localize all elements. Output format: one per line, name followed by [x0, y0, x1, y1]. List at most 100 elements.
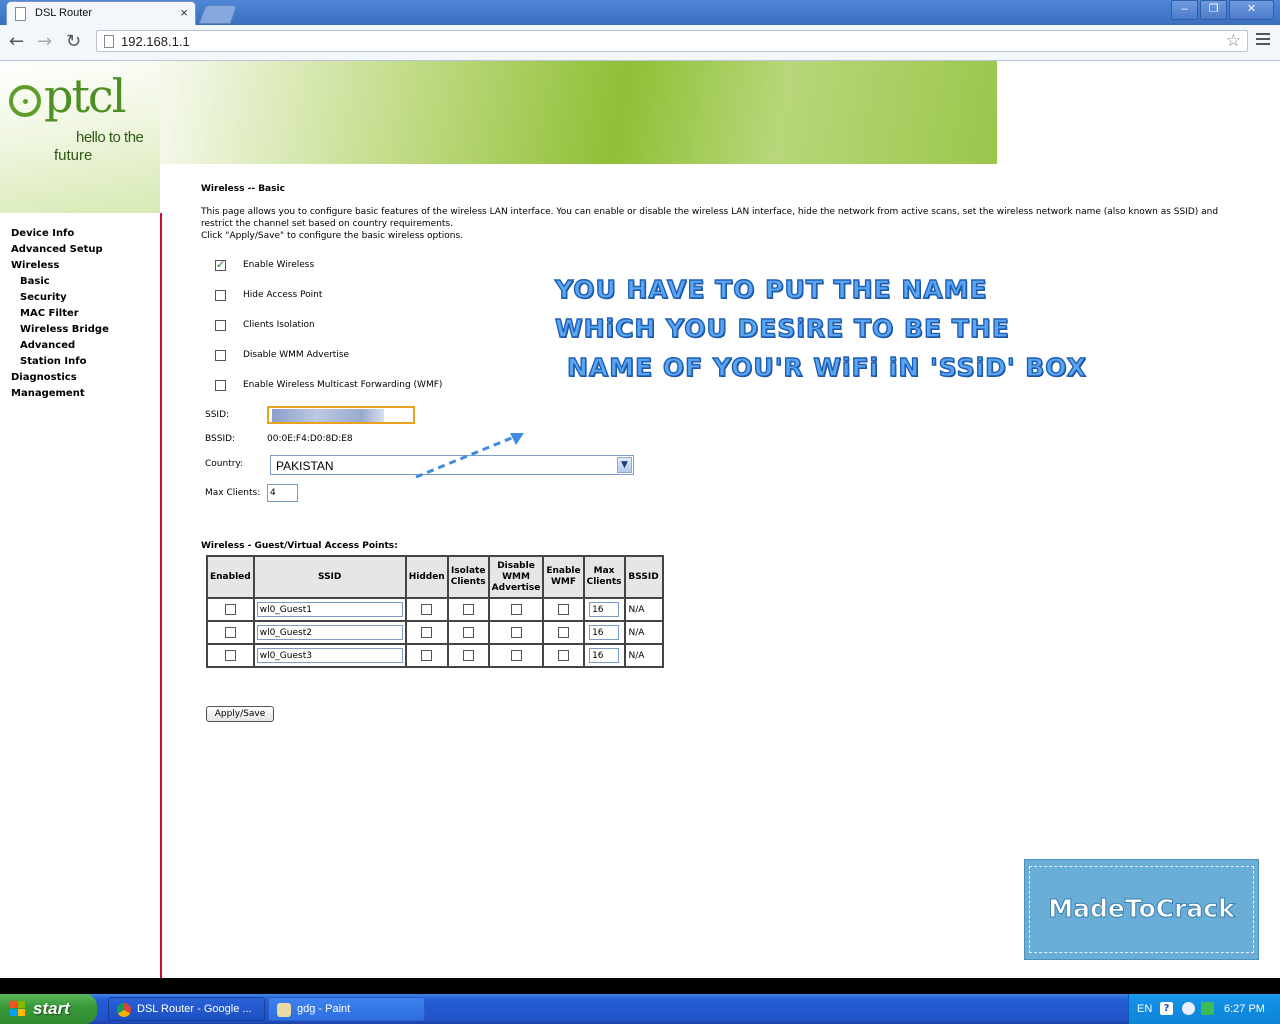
logo-tagline: hello to the — [76, 129, 144, 146]
paint-icon — [277, 1003, 291, 1017]
option-hide-access-point: Hide Access Point — [215, 290, 322, 301]
guest-hidden-checkbox[interactable] — [421, 604, 433, 615]
browser-toolbar: ← → ↻ 192.168.1.1 ☆ — [0, 25, 1280, 61]
description-text: This page allows you to configure basic … — [201, 207, 1219, 229]
hide-access-point-checkbox[interactable] — [215, 290, 226, 301]
start-button[interactable]: start — [0, 994, 97, 1024]
watermark-text: MadeToCrack — [1048, 894, 1236, 924]
guest-ssid-input[interactable]: wl0_Guest2 — [256, 625, 403, 640]
sidebar-item-wireless[interactable]: Wireless — [11, 260, 59, 271]
disable-wmm-checkbox[interactable] — [215, 350, 226, 361]
logo-brand: ptcl — [44, 69, 126, 123]
close-window-button[interactable]: ✕ — [1229, 0, 1274, 20]
clock: 6:27 PM — [1224, 1003, 1265, 1015]
apply-save-button[interactable]: Apply/Save — [206, 706, 274, 722]
sidebar-item-wireless-bridge[interactable]: Wireless Bridge — [20, 324, 109, 335]
sidebar-item-device-info[interactable]: Device Info — [11, 228, 74, 239]
tab-close-icon[interactable]: × — [180, 5, 188, 20]
guest-isolate-checkbox[interactable] — [462, 650, 474, 661]
address-bar[interactable]: 192.168.1.1 ☆ — [96, 30, 1248, 52]
guest-bssid: N/A — [623, 643, 664, 668]
menu-icon[interactable] — [1256, 33, 1270, 48]
description-text-2: Click "Apply/Save" to configure the basi… — [201, 231, 464, 241]
guest-enabled-checkbox[interactable] — [224, 627, 236, 638]
guest-isolate-checkbox[interactable] — [462, 604, 474, 615]
enable-wmf-checkbox[interactable] — [215, 380, 226, 391]
option-label: Enable Wireless Multicast Forwarding (WM… — [243, 380, 443, 390]
table-header-row: Enabled SSID Hidden Isolate Clients Disa… — [206, 555, 664, 599]
guest-enable-wmf-checkbox[interactable] — [557, 604, 569, 615]
clients-isolation-checkbox[interactable] — [215, 320, 226, 331]
sidebar-item-security[interactable]: Security — [20, 292, 67, 303]
option-disable-wmm: Disable WMM Advertise — [215, 350, 349, 361]
option-label: Hide Access Point — [243, 290, 323, 300]
start-label: start — [33, 999, 70, 1018]
tray-expand-icon[interactable] — [1182, 1002, 1195, 1015]
restore-button[interactable]: ❐ — [1200, 0, 1227, 20]
language-indicator[interactable]: EN — [1137, 1003, 1152, 1015]
sidebar-item-mac-filter[interactable]: MAC Filter — [20, 308, 79, 319]
sidebar-item-management[interactable]: Management — [11, 388, 85, 399]
ptcl-logo: ptcl hello to the future — [0, 61, 160, 213]
guest-disable-wmm-checkbox[interactable] — [510, 650, 522, 661]
enable-wireless-checkbox[interactable] — [215, 258, 226, 271]
help-icon[interactable]: ? — [1160, 1002, 1173, 1015]
back-arrow-icon[interactable]: ← — [9, 31, 24, 52]
max-clients-input[interactable]: 4 — [267, 484, 298, 502]
taskbar-item-paint[interactable]: gdg - Paint — [268, 997, 425, 1021]
guest-max-clients-input[interactable]: 16 — [589, 625, 620, 640]
tab-dsl-router[interactable]: DSL Router × — [6, 1, 196, 25]
sidebar-item-basic[interactable]: Basic — [20, 276, 50, 287]
guest-bssid: N/A — [623, 597, 664, 622]
taskbar-item-label: DSL Router - Google ... — [137, 1003, 252, 1015]
col-enabled: Enabled — [206, 555, 255, 599]
minimize-button[interactable]: – — [1171, 0, 1198, 20]
guest-ap-table: Enabled SSID Hidden Isolate Clients Disa… — [206, 555, 664, 668]
ssid-input[interactable] — [267, 406, 415, 424]
option-label: Clients Isolation — [243, 320, 315, 330]
sidebar-item-advanced[interactable]: Advanced — [20, 340, 75, 351]
sidebar-item-advanced-setup[interactable]: Advanced Setup — [11, 244, 103, 255]
table-row: wl0_Guest3 16 N/A — [206, 643, 664, 668]
guest-max-clients-input[interactable]: 16 — [589, 602, 620, 617]
bssid-value: 00:0E:F4:D0:8D:E8 — [267, 434, 353, 444]
guest-isolate-checkbox[interactable] — [462, 627, 474, 638]
guest-enabled-checkbox[interactable] — [224, 604, 236, 615]
guest-disable-wmm-checkbox[interactable] — [510, 627, 522, 638]
sidebar-item-diagnostics[interactable]: Diagnostics — [11, 372, 77, 383]
col-max-clients: Max Clients — [582, 555, 626, 599]
option-enable-wireless: Enable Wireless — [215, 258, 314, 271]
system-tray: EN ? 6:27 PM — [1128, 994, 1280, 1024]
reload-icon[interactable]: ↻ — [66, 31, 81, 52]
annotation-line-2: WHiCH YOU DESiRE TO BE THE — [554, 313, 1010, 343]
table-row: wl0_Guest1 16 N/A — [206, 597, 664, 622]
chevron-down-icon[interactable]: ▼ — [617, 457, 632, 473]
taskbar-item-chrome[interactable]: DSL Router - Google ... — [108, 997, 265, 1021]
guest-hidden-checkbox[interactable] — [421, 627, 433, 638]
guest-enable-wmf-checkbox[interactable] — [557, 650, 569, 661]
ssid-redacted-value — [272, 409, 384, 422]
page-icon — [104, 35, 114, 48]
bookmark-star-icon[interactable]: ☆ — [1226, 31, 1241, 51]
windows-logo-icon — [10, 1001, 26, 1017]
security-shield-icon[interactable] — [1201, 1002, 1214, 1015]
sidebar-nav: Device Info Advanced Setup Wireless Basi… — [0, 213, 162, 978]
guest-hidden-checkbox[interactable] — [421, 650, 433, 661]
annotation-line-1: YOU HAVE TO PUT THE NAME — [554, 274, 988, 304]
col-hidden: Hidden — [404, 555, 449, 599]
guest-ssid-input[interactable]: wl0_Guest3 — [256, 648, 403, 663]
new-tab-button[interactable] — [198, 5, 238, 24]
country-label: Country: — [205, 459, 244, 469]
col-enable-wmf: Enable WMF — [542, 555, 585, 599]
guest-max-clients-input[interactable]: 16 — [589, 648, 620, 663]
guest-disable-wmm-checkbox[interactable] — [510, 604, 522, 615]
browser-tab-strip: DSL Router × – ❐ ✕ — [0, 0, 1280, 25]
guest-enabled-checkbox[interactable] — [224, 650, 236, 661]
guest-ssid-input[interactable]: wl0_Guest1 — [256, 602, 403, 617]
col-bssid: BSSID — [623, 555, 664, 599]
guest-enable-wmf-checkbox[interactable] — [557, 627, 569, 638]
taskbar-item-label: gdg - Paint — [297, 1003, 351, 1015]
forward-arrow-icon[interactable]: → — [37, 31, 52, 52]
country-selected-value: PAKISTAN — [276, 459, 334, 473]
sidebar-item-station-info[interactable]: Station Info — [20, 356, 86, 367]
